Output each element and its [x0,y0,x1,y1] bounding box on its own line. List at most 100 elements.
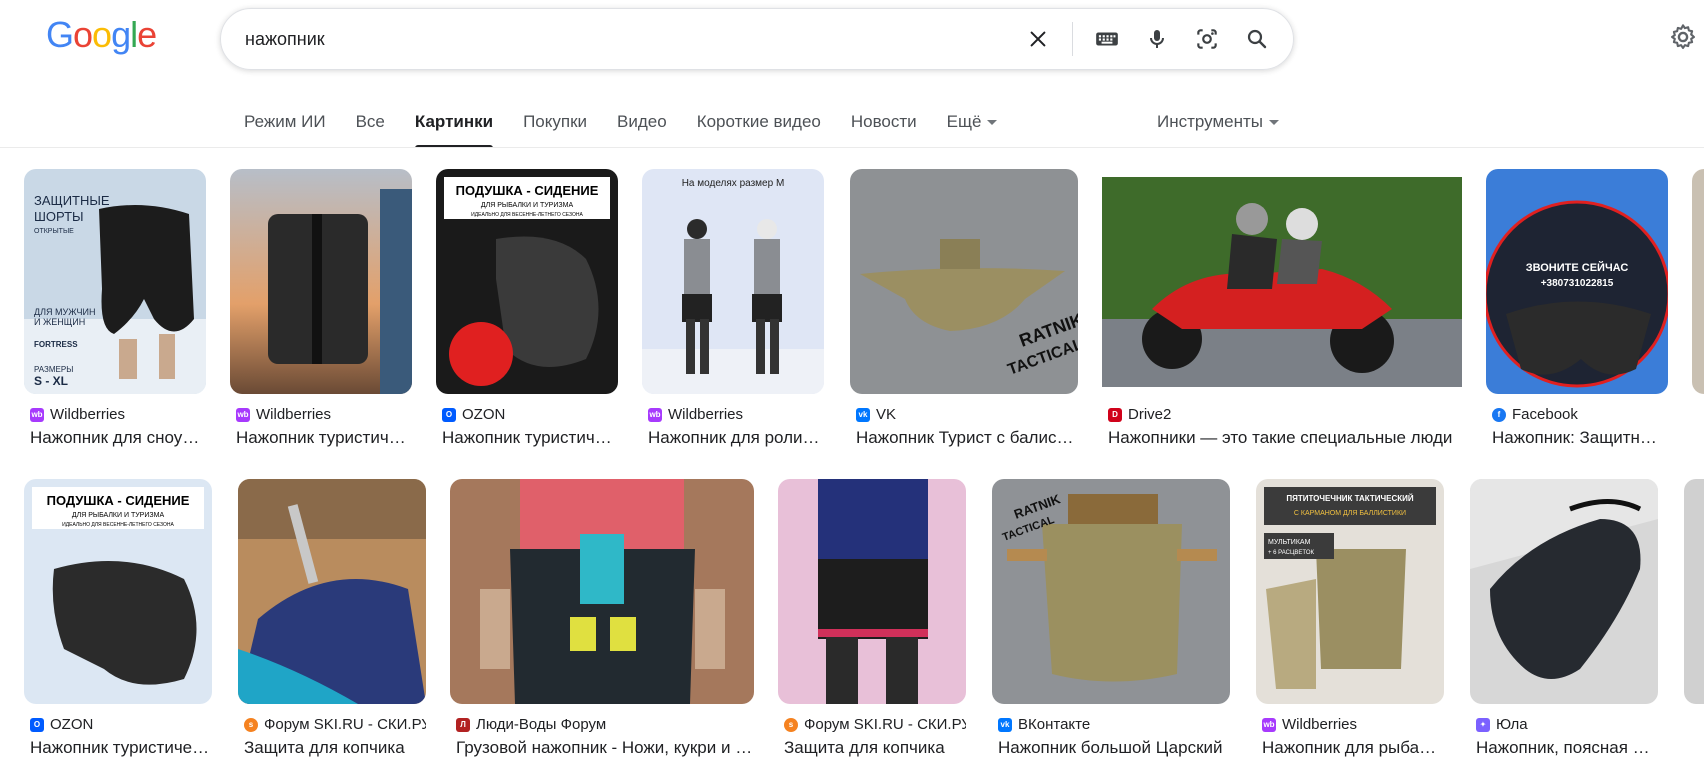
result-source[interactable]: wb Wildberries [648,406,824,423]
result-source[interactable]: s Форум SKI.RU - СКИ.РУ [784,716,966,733]
result-source[interactable]: Л Люди-Воды Форум [456,716,754,733]
thumb-text: ШОРТЫ [34,209,84,224]
image-result[interactable]: На моделях размер М wb Wildberries Нажопн… [642,169,824,448]
result-thumbnail[interactable]: ПЯТИТОЧЕЧНИК ТАКТИЧЕСКИЙ С КАРМАНОМ ДЛЯ … [1256,479,1444,704]
result-thumbnail[interactable] [230,169,412,394]
result-source[interactable]: D Drive2 [1108,406,1462,423]
image-result[interactable]: s Форум SKI.RU - СКИ.РУ Защита для копчик… [238,479,426,758]
result-title[interactable]: Нажопник туристический [30,738,212,758]
clear-icon[interactable] [1016,17,1060,61]
thumb-text: ПОДУШКА - СИДЕНИЕ [47,493,190,508]
result-source-name: Форум SKI.RU - СКИ.РУ [804,716,966,733]
result-title[interactable]: Нажопник для роликов [648,428,824,448]
result-title[interactable]: Нажопник для рыбалки [1262,738,1444,758]
result-source[interactable]: wb Wildberries [1262,716,1444,733]
thumb-text: FORTRESS [34,340,78,349]
search-input[interactable] [245,28,1005,50]
result-source-name: Drive2 [1128,406,1172,423]
result-source[interactable]: O OZON [442,406,618,423]
result-source[interactable]: vk ВКонтакте [998,716,1230,733]
search-box[interactable] [220,8,1294,70]
chevron-down-icon [987,120,998,126]
result-source[interactable]: O OZON [30,716,212,733]
image-result[interactable]: D Drive2 Нажопники — это такие специальны… [1102,169,1462,448]
result-thumbnail[interactable] [238,479,426,704]
result-thumbnail[interactable] [1470,479,1658,704]
keyboard-icon[interactable] [1085,17,1129,61]
result-title[interactable]: Нажопники — это такие специальные люди [1108,428,1462,448]
result-title[interactable]: Нажопник туристический [236,428,412,448]
result-thumbnail[interactable] [1684,479,1704,704]
image-result[interactable]: ЗВОНИТЕ СЕЙЧАС +380731022815 f Facebook Н… [1486,169,1668,448]
result-source[interactable]: f Facebook [1492,406,1668,423]
tab-short-videos[interactable]: Короткие видео [697,104,821,148]
source-favicon-icon: O [442,407,456,422]
tab-shopping[interactable]: Покупки [523,104,587,148]
image-row-1: ЗАЩИТНЫЕ ШОРТЫ ОТКРЫТЫЕ ДЛЯ МУЖЧИН И ЖЕН… [0,169,1704,459]
result-source[interactable]: wb Wildberries [236,406,412,423]
result-source-name: Wildberries [50,406,126,423]
result-source-name: ВКонтакте [1018,716,1091,733]
result-title[interactable]: Нажопник Турист с балистикой [856,428,1078,448]
result-thumbnail[interactable]: ПОДУШКА - СИДЕНИЕ ДЛЯ РЫБАЛКИ И ТУРИЗМА … [436,169,618,394]
result-title[interactable]: Нажопник большой Царский [998,738,1230,758]
image-result[interactable]: Л Люди-Воды Форум Грузовой нажопник - Нож… [450,479,754,758]
result-thumbnail[interactable] [778,479,966,704]
source-favicon-icon: vk [998,717,1012,732]
result-title[interactable]: Защита для копчика [784,738,966,758]
image-result[interactable]: RATNIK TACTICAL vk VK Нажопник Турист с б… [850,169,1078,448]
result-source[interactable]: s Форум SKI.RU - СКИ.РУ [244,716,426,733]
image-result[interactable]: wb Wildberries Нажопник туристический [230,169,412,448]
image-row-2: ПОДУШКА - СИДЕНИЕ ДЛЯ РЫБАЛКИ И ТУРИЗМА … [0,479,1704,769]
result-thumbnail[interactable] [1102,169,1462,394]
result-title[interactable]: Нажопник: Защитные шорты [1492,428,1668,448]
microphone-icon[interactable] [1135,17,1179,61]
source-favicon-icon: s [244,717,258,732]
result-title[interactable]: Защита для копчика [244,738,426,758]
settings-gear-icon[interactable] [1666,20,1700,54]
result-source-name: VK [876,406,897,423]
image-result[interactable]: ПОДУШКА - СИДЕНИЕ ДЛЯ РЫБАЛКИ И ТУРИЗМА … [24,479,212,758]
tab-more[interactable]: Ещё [947,104,998,148]
tab-images[interactable]: Картинки [414,104,494,148]
lens-icon[interactable] [1185,17,1229,61]
result-title[interactable]: Нажопник туристический [442,428,618,448]
result-thumbnail[interactable]: ПОДУШКА - СИДЕНИЕ ДЛЯ РЫБАЛКИ И ТУРИЗМА … [24,479,212,704]
image-result[interactable]: ✦ Юла Нажопник, поясная сумка [1470,479,1658,758]
image-result-partial[interactable] [1692,169,1704,394]
tab-videos[interactable]: Видео [617,104,667,148]
result-thumbnail[interactable]: ЗВОНИТЕ СЕЙЧАС +380731022815 [1486,169,1668,394]
tab-ai-mode[interactable]: Режим ИИ [244,104,326,148]
tab-all[interactable]: Все [356,104,385,148]
image-result[interactable]: RATNIK TACTICAL vk ВКонтакте Нажопник бол… [992,479,1230,758]
tools-button[interactable]: Инструменты [1157,112,1280,132]
image-result-partial[interactable] [1684,479,1704,704]
result-source-name: Wildberries [1282,716,1358,733]
result-thumbnail[interactable] [1692,169,1704,394]
result-source[interactable]: ✦ Юла [1476,716,1658,733]
tab-news[interactable]: Новости [851,104,917,148]
result-thumbnail[interactable]: RATNIK TACTICAL [850,169,1078,394]
image-result[interactable]: ЗАЩИТНЫЕ ШОРТЫ ОТКРЫТЫЕ ДЛЯ МУЖЧИН И ЖЕН… [24,169,206,448]
result-thumbnail[interactable]: На моделях размер М [642,169,824,394]
result-thumbnail[interactable] [450,479,754,704]
result-source[interactable]: vk VK [856,406,1078,423]
result-source-name: OZON [50,716,94,733]
search-icon[interactable] [1235,17,1279,61]
result-thumbnail[interactable]: ЗАЩИТНЫЕ ШОРТЫ ОТКРЫТЫЕ ДЛЯ МУЖЧИН И ЖЕН… [24,169,206,394]
thumb-text: ДЛЯ РЫБАЛКИ И ТУРИЗМА [72,512,165,519]
tab-more-label: Ещё [946,112,982,131]
result-title[interactable]: Грузовой нажопник - Ножи, кукри и прочее [456,738,754,758]
thumb-text: ИДЕАЛЬНО ДЛЯ ВЕСЕННЕ-ЛЕТНЕГО СЕЗОНА [471,212,583,218]
image-result[interactable]: ПЯТИТОЧЕЧНИК ТАКТИЧЕСКИЙ С КАРМАНОМ ДЛЯ … [1256,479,1444,758]
result-thumbnail[interactable]: RATNIK TACTICAL [992,479,1230,704]
result-source-name: Wildberries [256,406,332,423]
result-title[interactable]: Нажопник для сноубординга [30,428,206,448]
result-source[interactable]: wb Wildberries [30,406,206,423]
google-logo[interactable]: Google [46,14,157,56]
result-source-name: Форум SKI.RU - СКИ.РУ [264,716,426,733]
result-title[interactable]: Нажопник, поясная сумка [1476,738,1658,758]
thumb-text: ЗВОНИТЕ СЕЙЧАС [1526,261,1629,274]
image-result[interactable]: s Форум SKI.RU - СКИ.РУ Защита для копчик… [778,479,966,758]
image-result[interactable]: ПОДУШКА - СИДЕНИЕ ДЛЯ РЫБАЛКИ И ТУРИЗМА … [436,169,618,448]
